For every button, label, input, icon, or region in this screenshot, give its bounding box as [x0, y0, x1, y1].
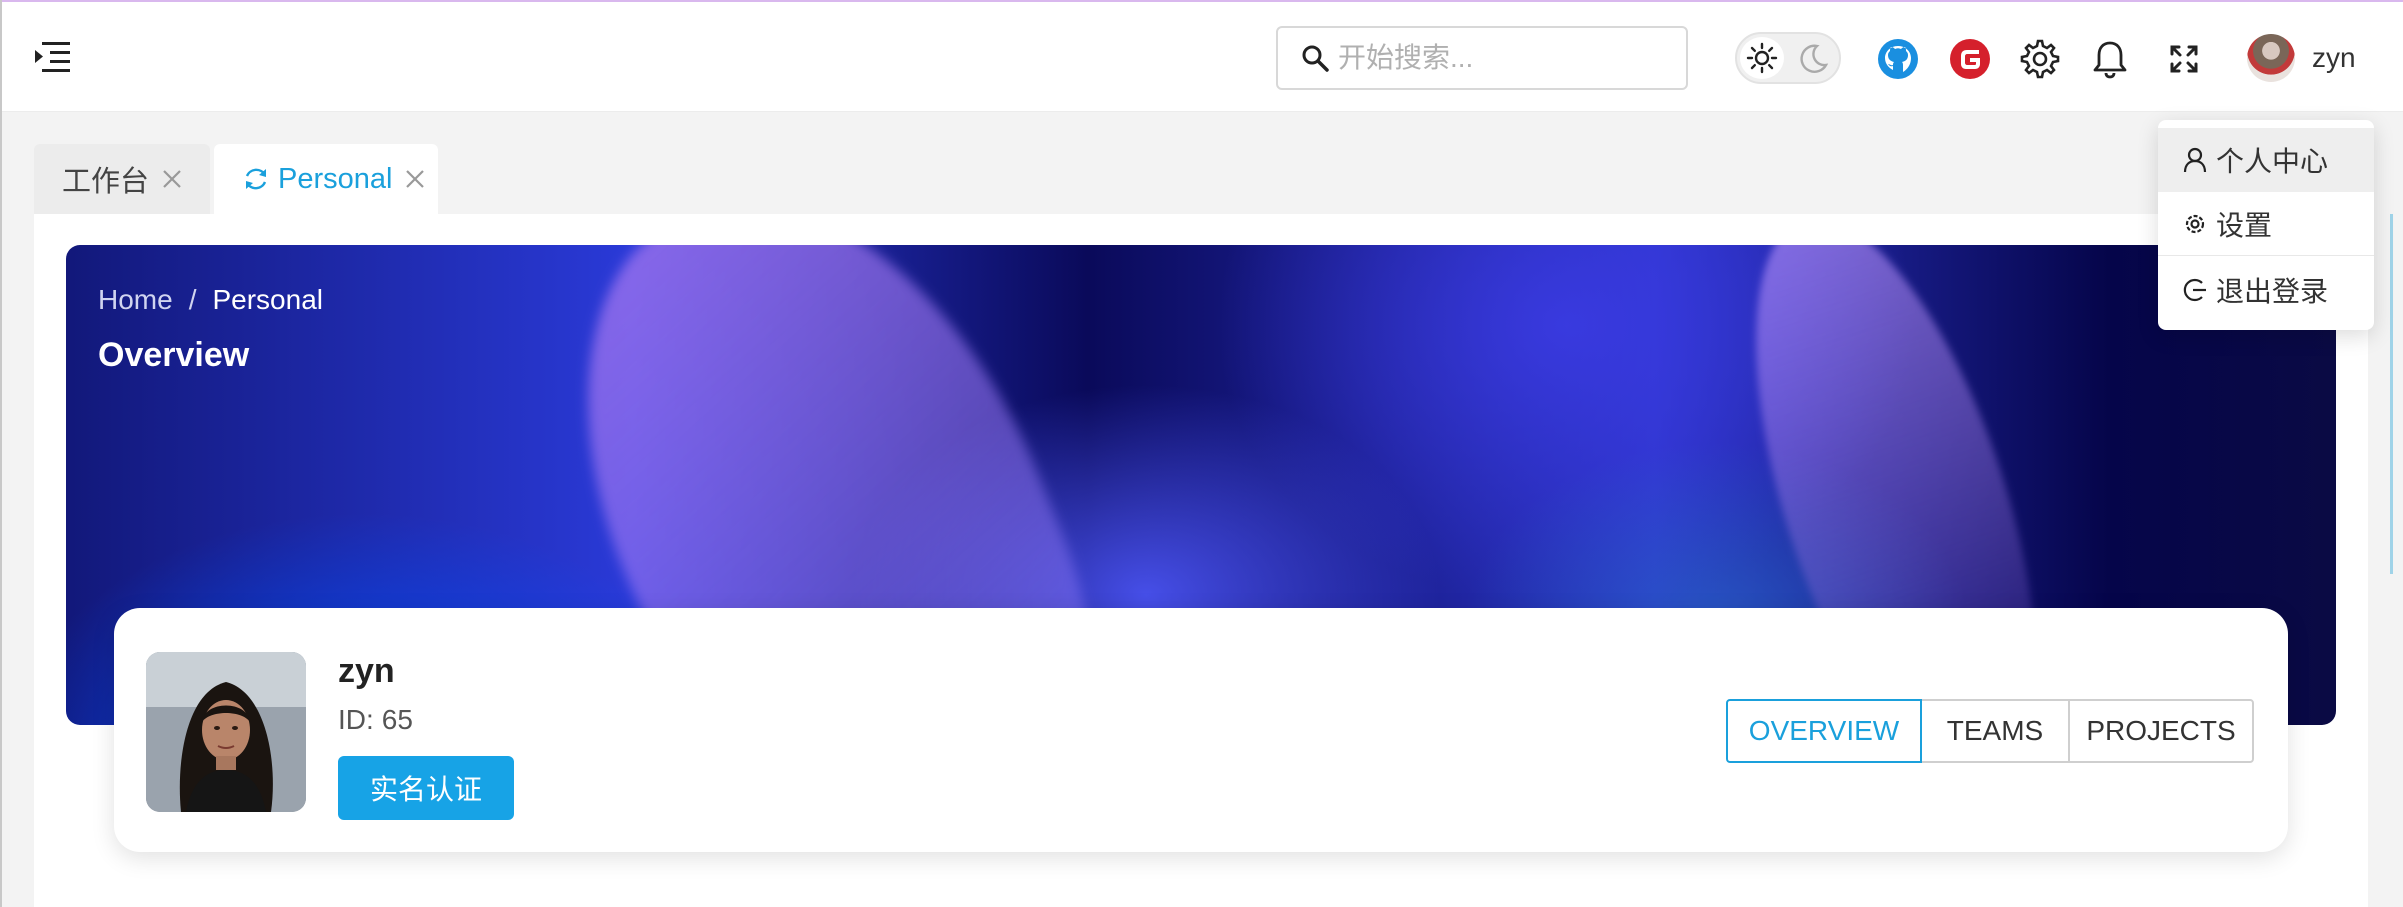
- profile-id-value: 65: [381, 704, 413, 735]
- tab-personal[interactable]: Personal: [214, 144, 438, 214]
- gear-icon: [2185, 214, 2205, 233]
- user-icon: [2183, 147, 2207, 173]
- breadcrumb: Home / Personal: [98, 284, 323, 316]
- search-input[interactable]: [1338, 42, 1658, 74]
- logout-icon: [2183, 278, 2206, 302]
- tab-workbench[interactable]: 工作台: [34, 144, 210, 214]
- user-avatar[interactable]: [2247, 34, 2295, 82]
- profile-card: zyn ID: 65 实名认证 OVERVIEW TEAMS PROJECTS: [114, 608, 2288, 852]
- search-icon: [1302, 45, 1329, 72]
- profile-id: ID: 65: [338, 704, 413, 736]
- segment-projects[interactable]: PROJECTS: [2068, 699, 2254, 763]
- close-icon[interactable]: [161, 168, 183, 190]
- theme-toggle[interactable]: [1735, 32, 1841, 84]
- menu-item-label: 个人中心: [2216, 146, 2329, 177]
- user-dropdown-menu: 个人中心 设置 退出登录: [2158, 120, 2374, 330]
- page-title: Overview: [98, 336, 250, 374]
- sun-icon: [1740, 37, 1784, 79]
- menu-item-label: 设置: [2216, 209, 2273, 241]
- fullscreen-icon[interactable]: [2162, 37, 2206, 81]
- tab-label: 工作台: [62, 166, 150, 198]
- top-header: zyn: [2, 2, 2403, 112]
- profile-photo: [146, 652, 306, 812]
- segment-overview[interactable]: OVERVIEW: [1726, 699, 1922, 763]
- menu-toggle-icon[interactable]: [32, 40, 72, 74]
- breadcrumb-home[interactable]: Home: [98, 284, 173, 316]
- gitee-icon[interactable]: [1948, 37, 1992, 81]
- tab-label: Personal: [278, 162, 393, 195]
- menu-item-logout[interactable]: 退出登录: [2158, 258, 2374, 322]
- profile-segment-control: OVERVIEW TEAMS PROJECTS: [1726, 699, 2254, 763]
- segment-teams[interactable]: TEAMS: [1920, 699, 2070, 763]
- window-left-border: [0, 0, 2, 907]
- header-username[interactable]: zyn: [2312, 42, 2356, 74]
- breadcrumb-current: Personal: [212, 284, 323, 315]
- refresh-icon[interactable]: [242, 165, 270, 193]
- gear-icon[interactable]: [2018, 37, 2062, 81]
- close-icon[interactable]: [404, 168, 426, 190]
- menu-item-settings[interactable]: 设置: [2158, 192, 2374, 256]
- verify-identity-button[interactable]: 实名认证: [338, 756, 514, 820]
- github-icon[interactable]: [1876, 37, 1920, 81]
- scroll-indicator[interactable]: [2390, 214, 2393, 574]
- profile-id-label: ID:: [338, 704, 374, 735]
- menu-item-profile[interactable]: 个人中心: [2158, 128, 2374, 192]
- profile-name: zyn: [338, 652, 395, 690]
- menu-item-label: 退出登录: [2216, 276, 2329, 307]
- breadcrumb-separator: /: [188, 284, 197, 315]
- search-box[interactable]: [1276, 26, 1688, 90]
- moon-icon: [1800, 44, 1829, 73]
- bell-icon[interactable]: [2088, 37, 2132, 81]
